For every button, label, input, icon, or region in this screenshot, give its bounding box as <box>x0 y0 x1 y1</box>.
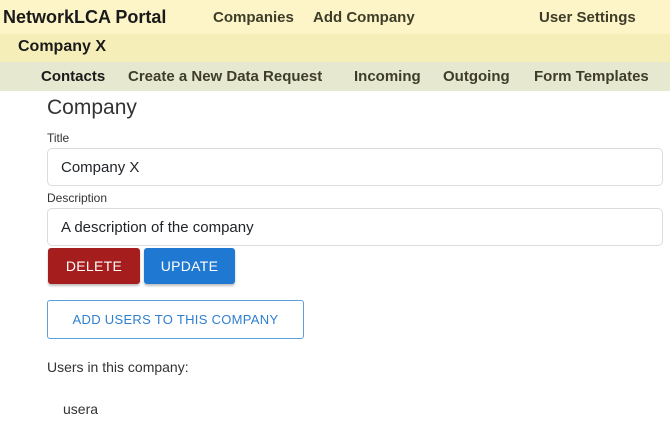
brand-logo[interactable]: NetworkLCA Portal <box>3 7 166 28</box>
current-company-name: Company X <box>18 38 107 55</box>
tab-contacts[interactable]: Contacts <box>41 68 105 85</box>
top-navbar: NetworkLCA Portal Companies Add Company … <box>0 0 670 34</box>
description-input[interactable] <box>47 208 663 246</box>
company-bar: Company X <box>0 34 670 62</box>
add-users-button[interactable]: ADD USERS TO THIS COMPANY <box>47 300 304 339</box>
tab-create-data-request[interactable]: Create a New Data Request <box>128 68 322 85</box>
company-subnav: Contacts Create a New Data Request Incom… <box>0 62 670 91</box>
users-heading: Users in this company: <box>47 359 189 375</box>
tab-outgoing[interactable]: Outgoing <box>443 68 510 85</box>
update-button[interactable]: UPDATE <box>144 248 235 284</box>
title-input[interactable] <box>47 148 663 186</box>
title-label: Title <box>47 131 70 145</box>
user-list-item: usera <box>63 401 99 417</box>
tab-incoming[interactable]: Incoming <box>354 68 421 85</box>
delete-button[interactable]: DELETE <box>48 248 140 284</box>
nav-user-settings-link[interactable]: User Settings <box>539 9 636 26</box>
section-title: Company <box>47 96 137 119</box>
nav-companies-link[interactable]: Companies <box>213 9 294 26</box>
description-label: Description <box>47 191 108 205</box>
tab-form-templates[interactable]: Form Templates <box>534 68 649 85</box>
nav-add-company-link[interactable]: Add Company <box>313 9 415 26</box>
